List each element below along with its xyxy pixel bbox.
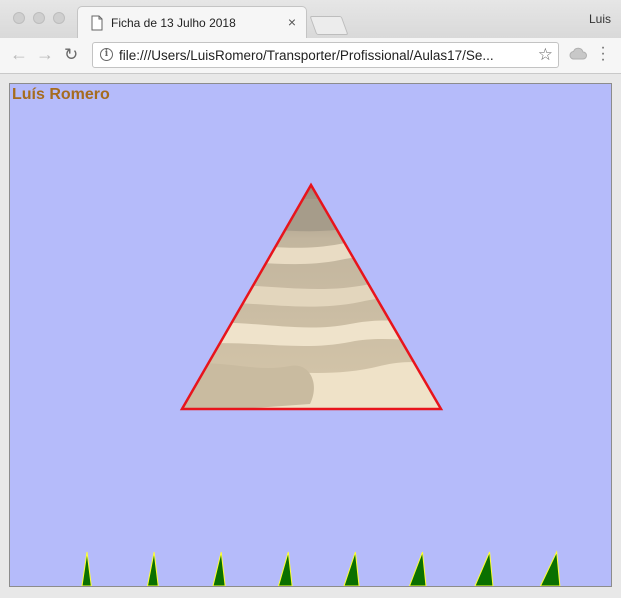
spike-row <box>81 550 561 586</box>
green-spike <box>408 551 427 586</box>
green-spike <box>343 551 360 586</box>
green-spike <box>277 551 293 586</box>
info-icon[interactable]: i <box>100 48 113 61</box>
address-bar[interactable]: i file:///Users/LuisRomero/Transporter/P… <box>92 42 559 68</box>
drawing-canvas <box>81 182 561 586</box>
tab-title: Ficha de 13 Julho 2018 <box>111 16 236 30</box>
kebab-menu-icon[interactable]: · · · <box>600 40 606 68</box>
profile-name[interactable]: Luis <box>589 12 611 26</box>
document-icon <box>91 15 103 31</box>
new-tab-button[interactable] <box>309 16 349 35</box>
window-close-button[interactable] <box>13 12 25 24</box>
green-spike <box>212 551 226 586</box>
green-spike <box>539 550 561 586</box>
cloud-icon[interactable] <box>569 47 587 60</box>
page-content: Luís Romero <box>9 83 612 587</box>
window-maximize-button[interactable] <box>53 12 65 24</box>
green-spike <box>146 551 159 586</box>
tab-close-icon[interactable]: × <box>288 14 296 30</box>
green-spike <box>474 551 494 586</box>
star-icon[interactable]: ☆ <box>538 45 553 65</box>
reload-icon[interactable]: ↻ <box>64 45 78 65</box>
url-text[interactable]: file:///Users/LuisRomero/Transporter/Pro… <box>119 48 527 63</box>
sand-texture <box>182 185 441 409</box>
arrow-left-icon[interactable]: ← <box>10 44 28 64</box>
arrow-right-icon[interactable]: → <box>36 44 54 64</box>
green-spike <box>81 551 92 586</box>
browser-tab-active[interactable]: Ficha de 13 Julho 2018 × <box>77 6 307 38</box>
window-minimize-button[interactable] <box>33 12 45 24</box>
browser-tab-strip: Ficha de 13 Julho 2018 × Luis <box>0 0 621 39</box>
browser-toolbar: ← → ↻ i file:///Users/LuisRomero/Transpo… <box>0 38 621 74</box>
